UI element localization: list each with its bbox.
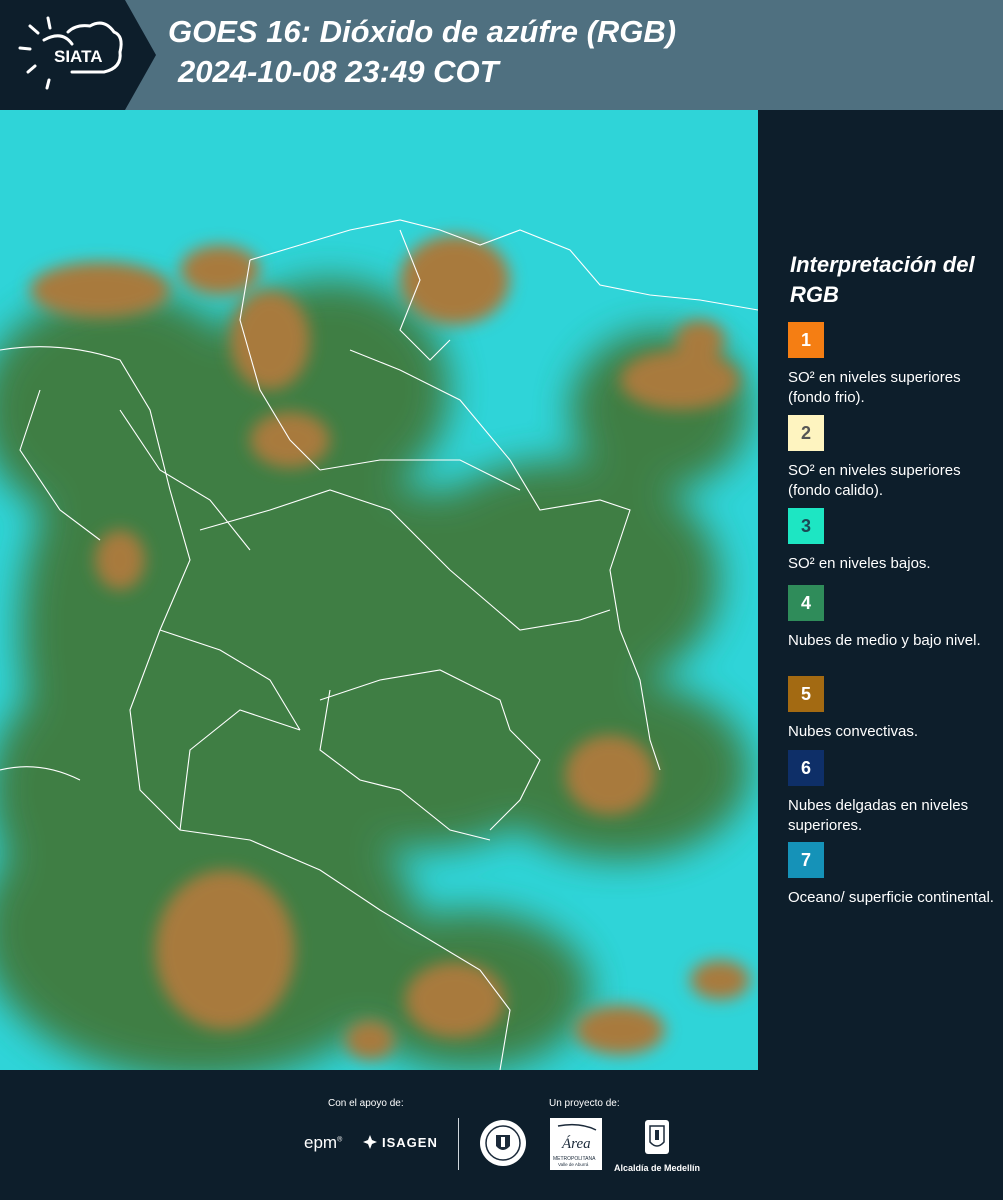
legend-swatch-6: 6 [788,750,824,786]
legend-swatch-3: 3 [788,508,824,544]
page-title: GOES 16: Dióxido de azúfre (RGB) [168,14,677,49]
legend-item-4: 4 Nubes de medio y bajo nivel. [788,585,998,651]
legend-label-2: SO² en niveles superiores (fondo calido)… [788,462,961,499]
legend-item-7: 7 Oceano/ superficie continental. [788,842,998,908]
legend-panel: Interpretación del RGB 1 SO² en niveles … [758,110,1003,1070]
epm-logo-text: epm [304,1133,338,1152]
legend-swatch-7: 7 [788,842,824,878]
satellite-map[interactable] [0,110,758,1070]
area-logo-sub2: Valle de Aburrá [558,1162,589,1167]
legend-label-1: SO² en niveles superiores (fondo frio). [788,369,961,406]
legend-item-6: 6 Nubes delgadas en niveles superiores. [788,750,998,836]
area-logo-word: Área [561,1135,591,1152]
siata-logo-text: SIATA [54,47,102,66]
siata-logo: SIATA [0,0,156,110]
legend-item-5: 5 Nubes convectivas. [788,676,998,742]
footer-divider [458,1118,459,1170]
legend-item-2: 2 SO² en niveles superiores (fondo calid… [788,415,998,501]
legend-label-4: Nubes de medio y bajo nivel. [788,632,981,649]
header-bar: SIATA GOES 16: Dióxido de azúfre (RGB) 2… [0,0,1003,110]
satellite-map-canvas [0,110,758,1070]
legend-label-7: Oceano/ superficie continental. [788,889,994,906]
epm-logo: epm® [304,1133,343,1152]
project-caption: Un proyecto de: [549,1098,620,1109]
legend-label-3: SO² en niveles bajos. [788,555,931,572]
legend-swatch-2: 2 [788,415,824,451]
alcaldia-text: Alcaldía de Medellín [613,1163,701,1173]
isagen-logo-text: ISAGEN [382,1134,438,1150]
alcaldia-crest-icon [645,1120,669,1154]
page-timestamp: 2024-10-08 23:49 COT [178,54,499,89]
area-metropolitana-logo: Área METROPOLITANA Valle de Aburrá [550,1118,602,1170]
legend-title: Interpretación del RGB [790,252,975,307]
legend-swatch-5: 5 [788,676,824,712]
support-caption: Con el apoyo de: [328,1098,404,1109]
footer: Con el apoyo de: Un proyecto de: epm® IS… [0,1070,1003,1200]
alcaldia-logo: Alcaldía de Medellín [612,1118,702,1173]
medellin-seal-icon [480,1120,526,1166]
legend-label-6: Nubes delgadas en niveles superiores. [788,797,969,834]
legend-item-3: 3 SO² en niveles bajos. [788,508,998,574]
legend-label-5: Nubes convectivas. [788,723,919,740]
legend-swatch-1: 1 [788,322,824,358]
isagen-logo: ISAGEN [362,1134,438,1150]
isagen-icon [363,1135,377,1149]
siata-logo-panel: SIATA [0,0,156,110]
legend-swatch-4: 4 [788,585,824,621]
legend-item-1: 1 SO² en niveles superiores (fondo frio)… [788,322,998,408]
